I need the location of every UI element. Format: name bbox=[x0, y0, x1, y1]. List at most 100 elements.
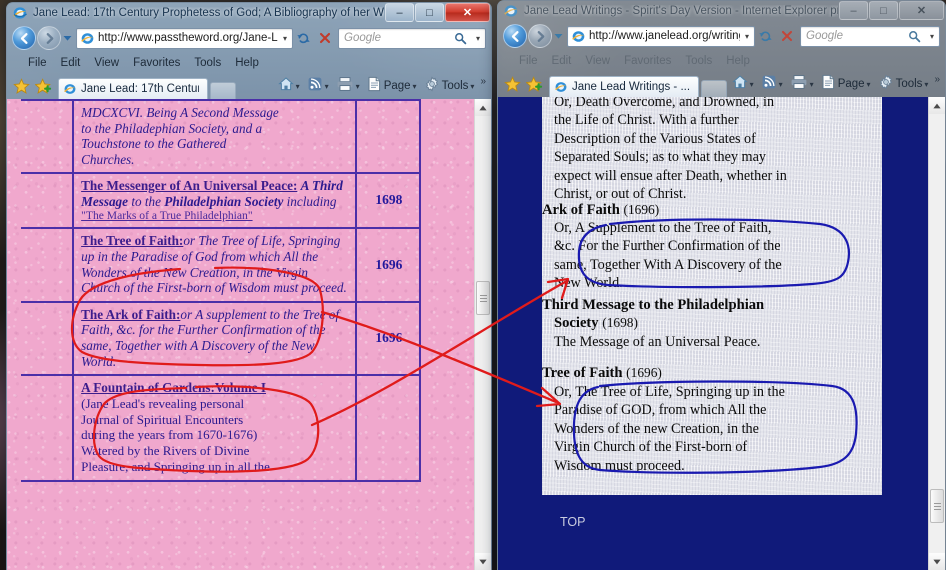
menu-bar[interactable]: File Edit View Favorites Tools Help bbox=[6, 52, 492, 73]
menu-item-tools[interactable]: Tools bbox=[685, 55, 712, 67]
vertical-scrollbar-left[interactable] bbox=[474, 99, 491, 570]
row-title-cell-tree-of-faith[interactable]: The Tree of Faith:or The Tree of Life, S… bbox=[72, 227, 357, 303]
favorites-center-icon[interactable] bbox=[10, 76, 32, 96]
feeds-caret-icon[interactable]: ▾ bbox=[325, 82, 329, 91]
row-title-cell[interactable]: A Fountain of Gardens:Volume I (Jane Lea… bbox=[72, 374, 357, 482]
print-caret-icon[interactable]: ▾ bbox=[356, 82, 360, 91]
menu-item-favorites[interactable]: Favorites bbox=[133, 57, 180, 69]
feeds-caret-icon[interactable]: ▾ bbox=[779, 80, 783, 89]
table-row[interactable]: A Fountain of Gardens:Volume I (Jane Lea… bbox=[21, 374, 422, 482]
tab-strip[interactable]: Jane Lead: 17th Century ... bbox=[58, 73, 236, 99]
address-input[interactable]: http://www.passtheword.org/Jane-Lead ▾ bbox=[76, 27, 293, 49]
entry-title-link[interactable]: A Fountain of Gardens:Volume I bbox=[81, 380, 266, 395]
address-dropdown-icon[interactable]: ▾ bbox=[278, 34, 292, 43]
tools-caret-icon[interactable]: ▾ bbox=[924, 80, 928, 89]
scroll-up-button[interactable] bbox=[475, 99, 491, 116]
page-caret-icon[interactable]: ▾ bbox=[413, 82, 417, 91]
refresh-icon[interactable] bbox=[755, 26, 776, 47]
forward-button[interactable] bbox=[528, 24, 552, 48]
stop-icon[interactable] bbox=[776, 26, 797, 47]
favorites-center-icon[interactable] bbox=[501, 74, 523, 94]
scroll-up-button[interactable] bbox=[929, 97, 945, 114]
search-provider-dropdown-icon[interactable]: ▾ bbox=[925, 32, 939, 41]
home-button[interactable]: ▾ bbox=[729, 74, 757, 94]
table-row[interactable]: The Messenger of An Universal Peace: A T… bbox=[21, 172, 422, 230]
minimize-button[interactable]: – bbox=[385, 3, 414, 22]
entry-sub-link[interactable]: "The Marks of a True Philadelphian" bbox=[81, 209, 350, 222]
new-tab-button[interactable] bbox=[701, 80, 727, 97]
menu-item-view[interactable]: View bbox=[585, 55, 610, 67]
title-bar[interactable]: Jane Lead Writings - Spirit's Day Versio… bbox=[497, 0, 946, 22]
history-dropdown-icon[interactable] bbox=[552, 33, 564, 40]
feeds-button[interactable]: ▾ bbox=[304, 76, 332, 96]
add-to-favorites-icon[interactable] bbox=[523, 74, 545, 94]
menu-item-help[interactable]: Help bbox=[235, 57, 259, 69]
overflow-chevron-icon[interactable]: » bbox=[932, 74, 940, 85]
history-dropdown-icon[interactable] bbox=[61, 35, 73, 42]
refresh-icon[interactable] bbox=[293, 28, 314, 49]
row-title-cell[interactable]: MDCXCVI. Being A Second Message to the P… bbox=[72, 99, 357, 175]
maximize-button[interactable]: □ bbox=[869, 1, 898, 20]
address-dropdown-icon[interactable]: ▾ bbox=[740, 32, 754, 41]
entry-title-link[interactable]: The Tree of Faith: bbox=[81, 233, 183, 248]
entry-title-link[interactable]: The Messenger of An Universal Peace: bbox=[81, 178, 297, 193]
search-icon[interactable] bbox=[450, 28, 471, 49]
print-button[interactable]: ▾ bbox=[333, 76, 363, 96]
home-caret-icon[interactable]: ▾ bbox=[750, 80, 754, 89]
table-row[interactable]: The Tree of Faith:or The Tree of Life, S… bbox=[21, 227, 422, 303]
home-button[interactable]: ▾ bbox=[275, 76, 303, 96]
command-bar[interactable]: Jane Lead Writings - ... ▾ ▾ ▾ Page ▾ To… bbox=[497, 71, 946, 97]
address-input[interactable]: http://www.janelead.org/writings.htr ▾ bbox=[567, 25, 755, 47]
feeds-button[interactable]: ▾ bbox=[758, 74, 786, 94]
forward-button[interactable] bbox=[37, 26, 61, 50]
entry-title-link[interactable]: The Ark of Faith: bbox=[81, 307, 180, 322]
top-link[interactable]: TOP bbox=[560, 515, 585, 529]
add-to-favorites-icon[interactable] bbox=[32, 76, 54, 96]
tools-menu-button[interactable]: Tools ▾ bbox=[421, 75, 478, 96]
back-button[interactable] bbox=[503, 24, 527, 48]
address-bar-row[interactable]: http://www.passtheword.org/Jane-Lead ▾ G… bbox=[6, 24, 492, 52]
row-title-cell-ark-of-faith[interactable]: The Ark of Faith:or A supplement to the … bbox=[72, 300, 357, 377]
page-viewport-right[interactable]: Or, Death Overcome, and Drowned, in the … bbox=[498, 97, 945, 570]
search-icon[interactable] bbox=[904, 26, 925, 47]
row-title-cell[interactable]: The Messenger of An Universal Peace: A T… bbox=[72, 172, 357, 230]
search-input[interactable]: Google ▾ bbox=[800, 25, 940, 47]
window-controls[interactable]: – □ ✕ bbox=[384, 3, 490, 23]
command-bar[interactable]: Jane Lead: 17th Century ... ▾ ▾ bbox=[6, 73, 492, 99]
minimize-button[interactable]: – bbox=[839, 1, 868, 20]
menu-bar[interactable]: File Edit View Favorites Tools Help bbox=[497, 50, 946, 71]
new-tab-button[interactable] bbox=[210, 82, 236, 99]
search-input[interactable]: Google ▾ bbox=[338, 27, 486, 49]
scrollbar-thumb[interactable] bbox=[930, 489, 944, 523]
tab-jane-lead-bibliography[interactable]: Jane Lead: 17th Century ... bbox=[58, 78, 208, 99]
menu-item-edit[interactable]: Edit bbox=[552, 55, 572, 67]
menu-item-edit[interactable]: Edit bbox=[61, 57, 81, 69]
window-controls[interactable]: – □ ✕ bbox=[838, 1, 944, 21]
menu-item-view[interactable]: View bbox=[94, 57, 119, 69]
overflow-chevron-icon[interactable]: » bbox=[478, 76, 486, 87]
back-button[interactable] bbox=[12, 26, 36, 50]
menu-item-file[interactable]: File bbox=[28, 57, 47, 69]
stop-icon[interactable] bbox=[314, 28, 335, 49]
print-caret-icon[interactable]: ▾ bbox=[810, 80, 814, 89]
scroll-down-button[interactable] bbox=[475, 553, 491, 570]
close-button[interactable]: ✕ bbox=[899, 1, 944, 20]
vertical-scrollbar-right[interactable] bbox=[928, 97, 945, 570]
menu-item-tools[interactable]: Tools bbox=[194, 57, 221, 69]
page-menu-button[interactable]: Page ▾ bbox=[364, 76, 420, 96]
browser-window-left[interactable]: Jane Lead: 17th Century Prophetess of Go… bbox=[6, 2, 492, 570]
tools-caret-icon[interactable]: ▾ bbox=[470, 82, 474, 91]
tab-jane-lead-writings[interactable]: Jane Lead Writings - ... bbox=[549, 76, 699, 97]
title-bar[interactable]: Jane Lead: 17th Century Prophetess of Go… bbox=[6, 2, 492, 24]
page-viewport-left[interactable]: MDCXCVI. Being A Second Message to the P… bbox=[7, 99, 491, 570]
scrollbar-thumb[interactable] bbox=[476, 281, 490, 315]
home-caret-icon[interactable]: ▾ bbox=[296, 82, 300, 91]
maximize-button[interactable]: □ bbox=[415, 3, 444, 22]
menu-item-help[interactable]: Help bbox=[726, 55, 750, 67]
tab-strip[interactable]: Jane Lead Writings - ... bbox=[549, 71, 727, 97]
table-row[interactable]: MDCXCVI. Being A Second Message to the P… bbox=[21, 99, 422, 175]
menu-item-file[interactable]: File bbox=[519, 55, 538, 67]
menu-item-favorites[interactable]: Favorites bbox=[624, 55, 671, 67]
search-provider-dropdown-icon[interactable]: ▾ bbox=[471, 34, 485, 43]
table-row[interactable]: The Ark of Faith:or A supplement to the … bbox=[21, 300, 422, 377]
